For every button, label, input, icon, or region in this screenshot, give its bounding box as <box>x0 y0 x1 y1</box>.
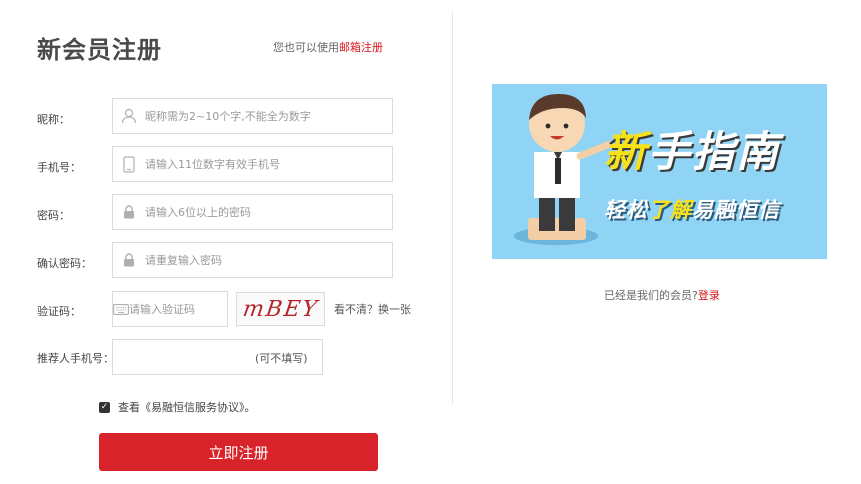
phone-field[interactable] <box>112 146 393 182</box>
refresh-captcha-link[interactable]: 看不清？换一张 <box>334 301 411 317</box>
lock-icon <box>113 243 145 277</box>
email-register-link[interactable]: 邮箱注册 <box>339 41 383 54</box>
lock-icon <box>113 195 145 229</box>
login-link[interactable]: 登录 <box>698 289 720 302</box>
captcha-image[interactable]: mBEY <box>236 292 325 326</box>
confirm-password-label: 确认密码： <box>37 257 92 270</box>
nickname-field[interactable] <box>112 98 393 134</box>
confirm-password-field[interactable] <box>112 242 393 278</box>
referrer-optional-hint: (可不填写) <box>255 352 308 365</box>
login-prompt-text: 已经是我们的会员? <box>604 289 698 302</box>
agreement-checkbox[interactable]: ✓ <box>99 401 110 413</box>
password-label: 密码： <box>37 209 70 222</box>
captcha-image-text: mBEY <box>240 296 321 322</box>
banner-subtitle-part3: 易融恒信 <box>692 198 780 222</box>
confirm-password-input[interactable] <box>145 243 392 277</box>
login-prompt: 已经是我们的会员?登录 <box>604 287 720 303</box>
phone-icon <box>113 147 145 181</box>
captcha-field[interactable] <box>112 291 274 327</box>
password-field[interactable] <box>112 194 393 230</box>
nickname-input[interactable] <box>145 99 392 133</box>
keyboard-icon <box>113 292 129 326</box>
banner-subtitle-part1: 轻松 <box>604 198 648 222</box>
banner-subtitle: 轻松了解易融恒信 <box>604 194 780 224</box>
alternate-register-line: 您也可以使用邮箱注册 <box>273 39 383 55</box>
phone-label: 手机号： <box>37 161 81 174</box>
referrer-label: 推荐人手机号： <box>37 352 114 365</box>
user-icon <box>113 99 145 133</box>
banner-subtitle-highlight: 了解 <box>648 198 692 222</box>
agreement-row: ✓ 查看《易融恒信服务协议》。 <box>99 399 256 415</box>
alternate-register-prefix: 您也可以使用 <box>273 41 339 54</box>
nickname-label: 昵称： <box>37 113 70 126</box>
password-input[interactable] <box>145 195 392 229</box>
register-button[interactable]: 立即注册 <box>99 433 378 471</box>
captcha-label: 验证码： <box>37 305 81 318</box>
agreement-link[interactable]: 查看《易融恒信服务协议》。 <box>118 399 256 415</box>
banner-title-rest: 手指南 <box>648 127 781 176</box>
beginner-guide-banner[interactable]: 新手指南 轻松了解易融恒信 <box>492 84 827 259</box>
phone-input[interactable] <box>145 147 392 181</box>
vertical-divider <box>452 11 453 404</box>
banner-title: 新手指南 <box>604 118 780 179</box>
banner-title-highlight: 新 <box>604 127 649 176</box>
page-title: 新会员注册 <box>37 36 162 64</box>
